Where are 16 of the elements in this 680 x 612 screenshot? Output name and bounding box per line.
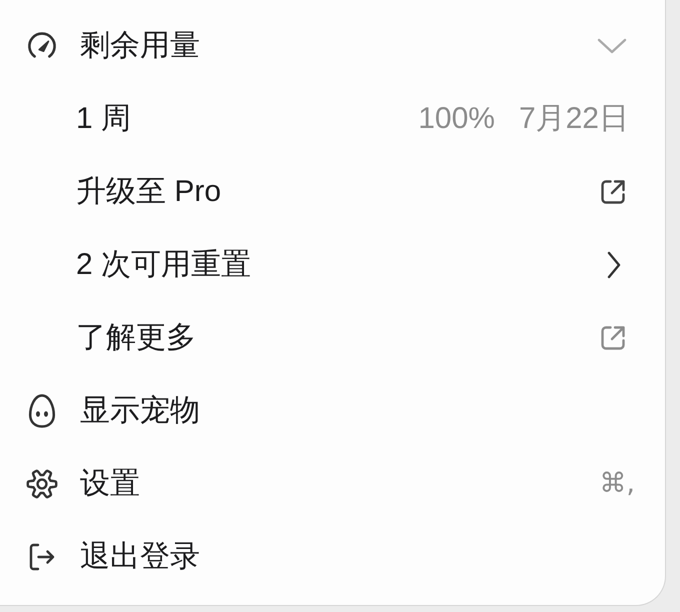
settings-icon [26,468,58,500]
shortcut-hint: ⌘, [599,468,635,499]
external-link-icon [599,178,627,206]
period-label: 1 周 [76,101,132,137]
section-header[interactable]: 剩余用量 [0,9,665,82]
menu-item[interactable]: 了解更多 [0,301,665,374]
menu-item[interactable]: 显示宠物 [0,374,665,447]
reset-date: 7月22日 [518,101,629,137]
menu-item[interactable]: 2 次可用重置 [0,228,665,301]
menu-item[interactable]: 退出登录 [0,520,665,593]
menu-item[interactable]: 设置 ⌘, [0,447,665,520]
external-link-icon [599,324,627,352]
chevron-right-icon [607,250,621,278]
usage-percent: 100% [418,102,495,136]
menu-item[interactable]: 升级至 Pro [0,155,665,228]
egg-face-icon [26,392,58,428]
